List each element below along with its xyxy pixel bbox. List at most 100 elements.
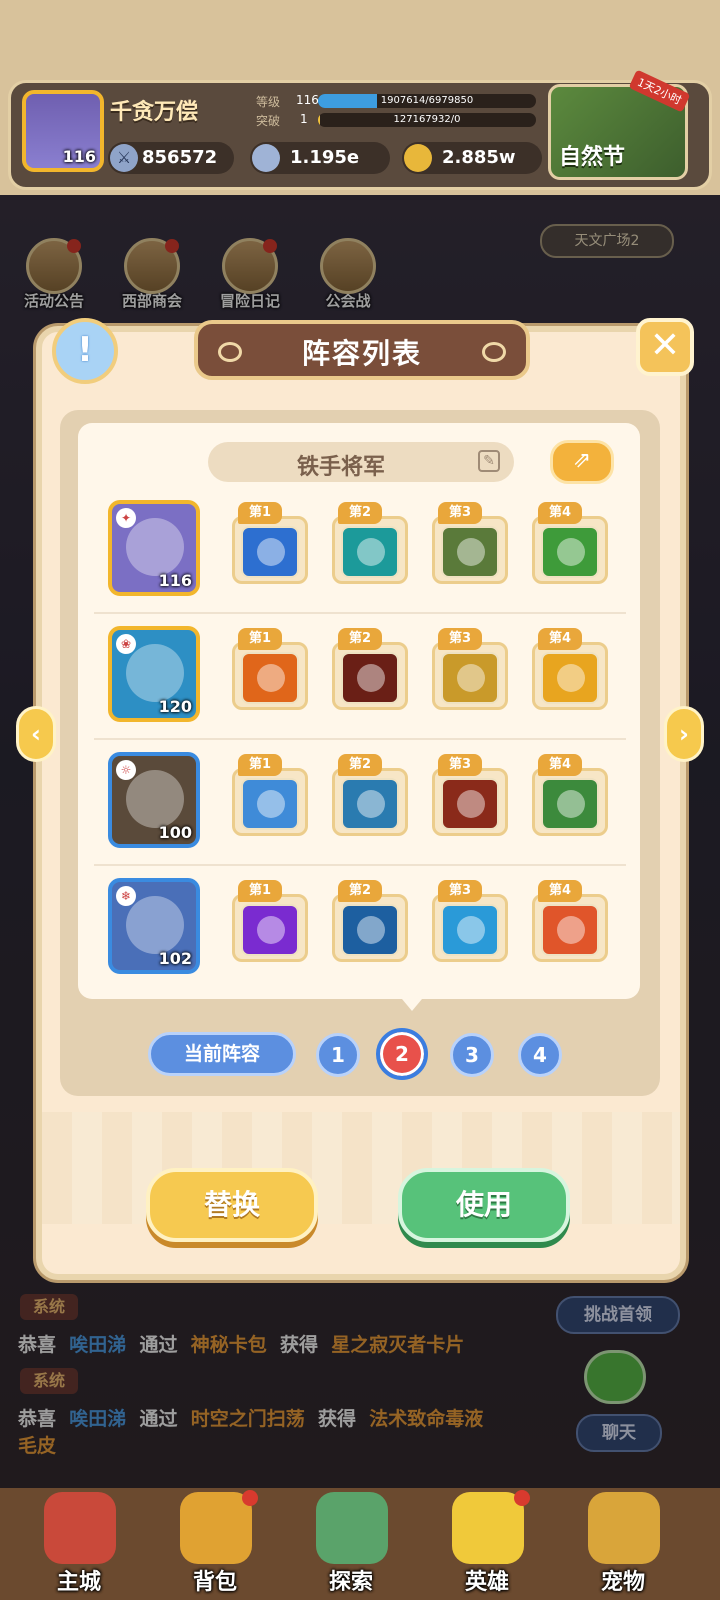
nav-icon [452,1492,524,1564]
close-button[interactable]: ✕ [636,318,694,376]
skill-slot[interactable]: 第2 [332,754,408,836]
skill-icon [241,652,299,704]
skill-slot[interactable]: 第2 [332,628,408,710]
chevron-right-icon: › [679,720,689,748]
replace-button[interactable]: 替换 [146,1168,318,1242]
level-bar: 1907614/6979850 [318,94,536,108]
hero-portrait[interactable]: ❄ 102 [108,878,200,974]
hero-portrait[interactable]: ☼ 100 [108,752,200,848]
skill-slot[interactable]: 第2 [332,502,408,584]
hero-level: 100 [158,823,192,842]
nav-item-2[interactable]: 探索 [296,1484,406,1600]
hero-portrait[interactable]: ❀ 120 [108,626,200,722]
player-level: 116 [62,147,96,166]
skill-icon [241,904,299,956]
skill-icon [541,652,599,704]
team-slot-3[interactable]: 3 [450,1033,494,1077]
skill-order-tab: 第1 [238,628,282,650]
nav-icon [588,1492,660,1564]
skill-slot[interactable]: 第4 [532,502,608,584]
skill-slot[interactable]: 第3 [432,628,508,710]
skill-icon [441,904,499,956]
gem-icon [252,144,280,172]
skill-slot[interactable]: 第1 [232,502,308,584]
skill-slot[interactable]: 第3 [432,754,508,836]
gem-value: 1.195e [290,147,360,168]
skill-order-tab: 第3 [438,880,482,902]
skill-icon [341,904,399,956]
skill-icon [341,652,399,704]
skill-slot[interactable]: 第4 [532,628,608,710]
element-icon: ☼ [116,760,136,780]
next-page-button[interactable]: › [664,706,704,762]
skill-order-tab: 第1 [238,880,282,902]
player-name: 千贪万偿 [110,100,199,125]
team-name-field[interactable]: 铁手将军 ✎ [208,442,514,482]
hero-face [126,770,184,828]
break-bar: 127167932/0 [318,113,536,127]
power-value: 856572 [142,147,218,168]
element-icon: ❀ [116,634,136,654]
break-label: 突破 [256,114,281,128]
nav-label: 探索 [328,1570,373,1595]
hero-face [126,644,184,702]
skill-slot[interactable]: 第4 [532,880,608,962]
skill-order-tab: 第2 [338,502,382,524]
gem-currency[interactable]: 1.195e [250,142,390,174]
notification-dot [242,1490,258,1506]
use-button[interactable]: 使用 [398,1168,570,1242]
current-team-label[interactable]: 当前阵容 [148,1032,296,1076]
element-icon: ✦ [116,508,136,528]
prev-page-button[interactable]: ‹ [16,706,56,762]
skill-order-tab: 第3 [438,754,482,776]
skill-order-tab: 第4 [538,628,582,650]
exclamation-icon: ! [77,330,93,370]
skill-slot[interactable]: 第1 [232,628,308,710]
skill-icon [441,652,499,704]
hero-level: 120 [158,697,192,716]
hero-level: 102 [158,949,192,968]
decorative-strip [42,1112,680,1224]
hero-portrait[interactable]: ✦ 116 [108,500,200,596]
nav-item-1[interactable]: 背包 [160,1484,270,1600]
skill-slot[interactable]: 第3 [432,880,508,962]
nav-item-4[interactable]: 宠物 [568,1484,678,1600]
player-avatar[interactable]: 116 [22,90,104,172]
skill-order-tab: 第4 [538,754,582,776]
row-divider [94,738,626,740]
skill-icon [241,526,299,578]
skill-slot[interactable]: 第1 [232,754,308,836]
edit-icon[interactable]: ✎ [478,450,500,472]
skill-order-tab: 第3 [438,628,482,650]
skill-slot[interactable]: 第1 [232,880,308,962]
nav-item-0[interactable]: 主城 [24,1484,134,1600]
share-button[interactable]: ⇗ [550,440,614,484]
skill-order-tab: 第4 [538,502,582,524]
info-button[interactable]: ! [52,318,118,384]
skill-icon [241,778,299,830]
dialog-title: 阵容列表 [301,337,422,370]
coin-currency[interactable]: 2.885w [402,142,542,174]
team-slot-4[interactable]: 4 [518,1033,562,1077]
nav-item-3[interactable]: 英雄 [432,1484,542,1600]
nav-icon [180,1492,252,1564]
hero-level: 116 [158,571,192,590]
skill-icon [341,526,399,578]
skill-order-tab: 第4 [538,880,582,902]
share-icon: ⇗ [572,448,592,473]
nav-label: 主城 [56,1570,101,1595]
skill-slot[interactable]: 第4 [532,754,608,836]
event-banner[interactable]: 1天2小时 自然节 [548,69,691,180]
level-value: 116 [296,93,319,107]
row-divider [94,612,626,614]
break-progress-text: 127167932/0 [393,114,461,125]
nav-label: 英雄 [464,1570,509,1595]
coin-icon [404,144,432,172]
hero-face [126,896,184,954]
team-slot-1[interactable]: 1 [316,1033,360,1077]
skill-slot[interactable]: 第2 [332,880,408,962]
skill-slot[interactable]: 第3 [432,502,508,584]
nav-icon [316,1492,388,1564]
skill-icon [441,778,499,830]
team-slot-2[interactable]: 2 [376,1028,428,1080]
